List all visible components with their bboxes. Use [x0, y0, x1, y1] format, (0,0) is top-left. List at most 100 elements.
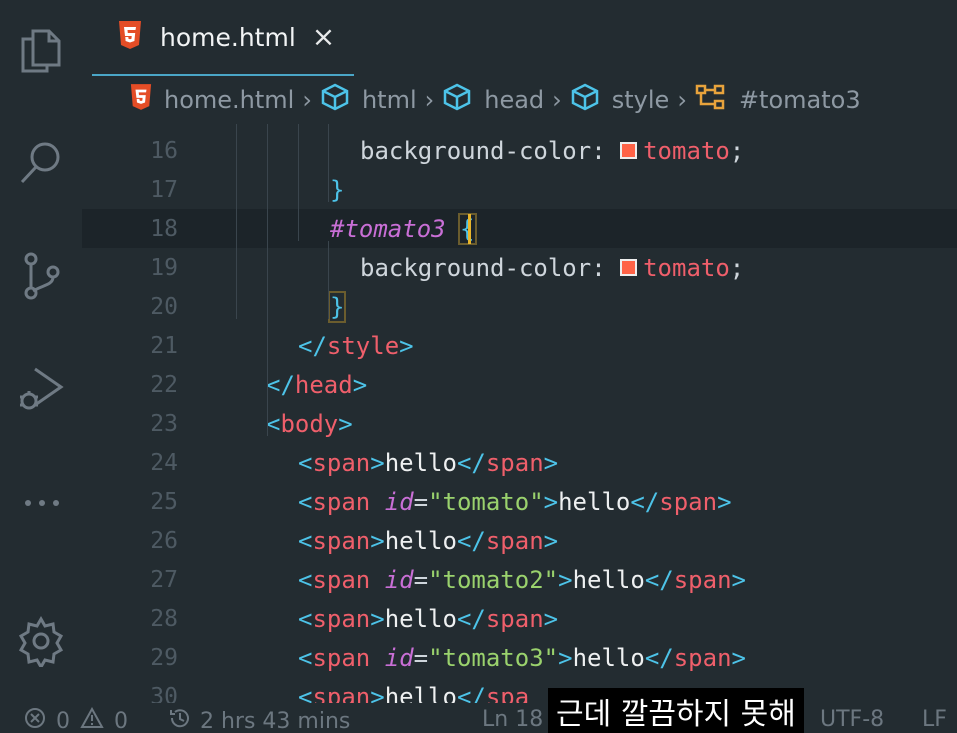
code-line[interactable]: 20} — [82, 287, 957, 326]
problems-status[interactable]: 0 0 — [24, 706, 128, 733]
token: < — [298, 487, 313, 516]
breadcrumb-item-file[interactable]: home.html — [130, 84, 294, 116]
tab-filename: home.html — [160, 22, 296, 52]
color-swatch[interactable] — [620, 141, 638, 159]
tab-home-html[interactable]: home.html × — [92, 0, 354, 76]
text-cursor — [468, 214, 471, 244]
explorer-icon[interactable] — [12, 22, 70, 80]
run-debug-icon[interactable] — [12, 360, 70, 418]
code-text: <span>hello</span> — [298, 605, 558, 633]
indent-guide — [298, 124, 299, 241]
breadcrumb-separator: › — [677, 86, 687, 114]
line-number: 30 — [150, 683, 178, 704]
code-text: <span>hello</spa — [298, 683, 529, 704]
encoding[interactable]: UTF-8 — [820, 707, 884, 732]
symbol-icon — [442, 83, 484, 117]
token: hello — [384, 526, 457, 555]
code-line[interactable]: 16 background-color: tomato; — [82, 131, 957, 170]
token: > — [543, 526, 559, 555]
token: = — [413, 643, 429, 672]
code-line[interactable]: 18 #tomato3 { — [82, 209, 957, 248]
code-line[interactable]: 25 <span id="tomato">hello</span> — [82, 482, 957, 521]
source-control-icon[interactable] — [12, 247, 70, 305]
close-icon[interactable]: × — [312, 23, 335, 51]
line-number: 16 — [150, 137, 178, 164]
code-line[interactable]: 30 <span>hello</spa — [82, 677, 957, 704]
token: span — [312, 565, 371, 594]
token: tomato — [643, 136, 730, 165]
tab-bar: home.html × — [82, 0, 957, 76]
code-text: <span id="tomato3">hello</span> — [298, 644, 746, 672]
token: ; — [729, 136, 745, 165]
token: ; — [729, 253, 745, 282]
line-number: 29 — [150, 644, 178, 671]
color-swatch[interactable] — [620, 258, 638, 276]
error-icon — [24, 707, 46, 733]
line-number: 22 — [150, 371, 178, 398]
token: > — [731, 643, 746, 672]
breadcrumb-item-selector[interactable]: #tomato3 — [695, 83, 861, 117]
token: </ — [266, 370, 295, 399]
code-line[interactable]: 29 <span id="tomato3">hello</span> — [82, 638, 957, 677]
token: span — [485, 448, 544, 477]
token: </ — [456, 448, 486, 477]
token: hello — [384, 682, 457, 704]
token: > — [543, 487, 559, 516]
token: > — [338, 409, 353, 438]
token: tomato — [643, 253, 730, 282]
token: : — [591, 136, 621, 165]
token: : — [591, 253, 621, 282]
token: > — [399, 331, 414, 360]
token: </ — [630, 487, 660, 516]
cursor-position[interactable]: Ln 18 — [482, 707, 543, 732]
token: span — [312, 604, 371, 633]
breadcrumb-item-style[interactable]: style — [570, 83, 669, 117]
code-text: background-color: tomato; — [360, 137, 744, 165]
symbol-icon — [320, 83, 362, 117]
code-text: <span>hello</span> — [298, 527, 558, 555]
breadcrumb-separator: › — [552, 86, 562, 114]
line-number: 21 — [150, 332, 178, 359]
token: span — [312, 643, 371, 672]
search-icon[interactable] — [12, 133, 70, 191]
code-line[interactable]: 23 <body> — [82, 404, 957, 443]
token: span — [312, 487, 371, 516]
breadcrumb-separator: › — [424, 86, 435, 114]
token: hello — [572, 643, 645, 672]
status-bar: 0 0 2 hrs 43 mins Ln 18 UTF-8 LF — [0, 703, 957, 733]
token: "tomato2" — [428, 565, 559, 594]
token: > — [370, 604, 385, 633]
code-line[interactable]: 27 <span id="tomato2">hello</span> — [82, 560, 957, 599]
code-editor[interactable]: 16 background-color: tomato; 17} 18 #tomato3… — [82, 124, 957, 703]
breadcrumb-item-head[interactable]: head — [442, 83, 544, 117]
code-line[interactable]: 19 background-color: tomato; — [82, 248, 957, 287]
token: > — [370, 682, 385, 704]
token: span — [673, 565, 732, 594]
code-line[interactable]: 22 </head> — [82, 365, 957, 404]
line-number: 18 — [150, 215, 178, 242]
token: </ — [644, 643, 674, 672]
token: </ — [456, 604, 486, 633]
more-icon[interactable] — [12, 470, 70, 528]
code-line[interactable]: 17} — [82, 170, 957, 209]
token: background-color — [360, 253, 592, 282]
code-line[interactable]: 21 </style> — [82, 326, 957, 365]
time-tracker[interactable]: 2 hrs 43 mins — [168, 707, 350, 733]
activity-bar — [0, 0, 82, 733]
token: </ — [298, 331, 327, 360]
code-line[interactable]: 28 <span>hello</span> — [82, 599, 957, 638]
eol[interactable]: LF — [922, 707, 947, 732]
code-text: <body> — [266, 410, 353, 438]
code-line[interactable]: 26 <span>hello</span> — [82, 521, 957, 560]
code-line[interactable]: 24 <span>hello</span> — [82, 443, 957, 482]
token: < — [298, 526, 313, 555]
settings-icon[interactable] — [12, 612, 70, 670]
code-text: <span>hello</span> — [298, 449, 558, 477]
token: </ — [644, 565, 674, 594]
token: hello — [384, 604, 457, 633]
breadcrumb-item-html[interactable]: html — [320, 83, 417, 117]
time-text: 2 hrs 43 mins — [200, 708, 351, 733]
token: body — [280, 409, 339, 438]
token: > — [558, 643, 573, 672]
